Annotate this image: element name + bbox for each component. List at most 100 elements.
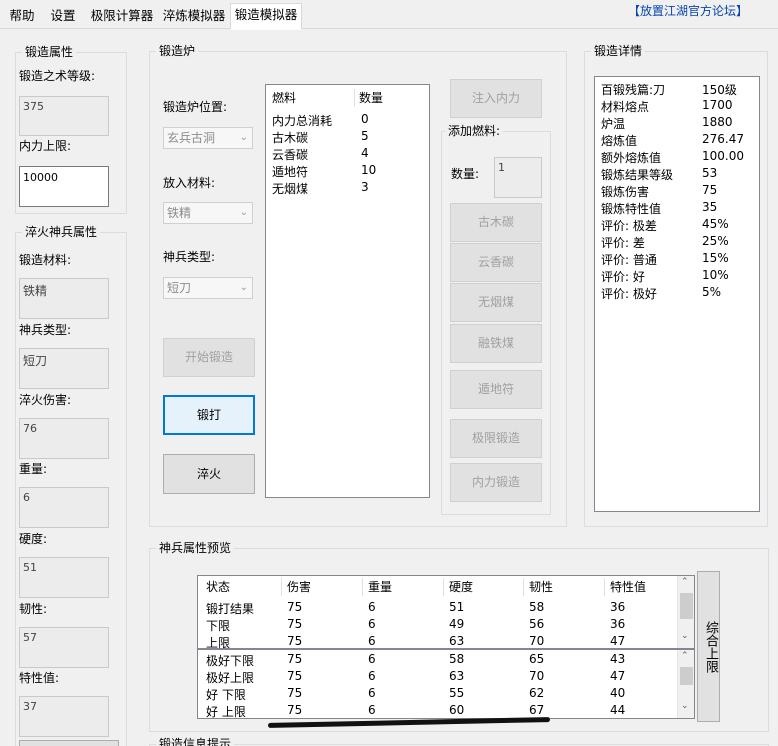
toughness-label: 韧性: [19,602,48,616]
material-select[interactable]: 铁精 ⌄ [163,202,253,224]
preview-table-bottom[interactable]: 极好下限 75 6 58 65 43 极好上限 75 6 63 70 47 好 … [197,649,695,719]
preview-cell: 75 [287,634,303,648]
hardness-label: 硬度: [19,532,48,546]
tab-temper-simulator[interactable]: 淬炼模拟器 [160,4,228,28]
preview-cell: 锻打结果 [206,602,255,616]
scroll-thumb[interactable] [680,593,693,619]
scroll-thumb[interactable] [680,667,693,685]
preview-cell: 6 [368,686,376,700]
preview-cell: 65 [529,652,545,666]
preview-cell: 51 [449,600,465,614]
weight-field: 6 [19,487,109,528]
preview-cell: 6 [368,600,376,614]
preview-cell: 60 [449,703,465,717]
col-header-hardness: 硬度 [449,580,474,594]
preview-cell: 6 [368,617,376,631]
preview-cell: 75 [287,652,303,666]
fuel-qty-field[interactable]: 1 [494,157,542,198]
col-header-status: 状态 [206,580,231,594]
add-fuel-title: 添加燃料: [445,123,504,139]
preview-cell: 56 [529,617,545,631]
preview-cell: 70 [529,669,545,683]
trait-field: 37 [19,696,109,737]
preview-cell: 6 [368,652,376,666]
detail-label: 百锻残篇:刀 [601,83,666,97]
preview-cell: 75 [287,600,303,614]
fuel-button-rongtiemei[interactable]: 融铁煤 [450,324,542,363]
temper-attr-title: 淬火神兵属性 [22,224,101,240]
tab-limit-calculator[interactable]: 极限计算器 [86,4,158,28]
header-divider [523,578,524,596]
start-forge-button[interactable]: 开始锻造 [163,338,255,377]
preview-cell: 极好上限 [206,671,255,685]
preview-table-top[interactable]: 状态 伤害 重量 硬度 韧性 特性值 锻打结果 75 6 51 58 36 下限… [197,575,695,650]
furnace-location-label: 锻造炉位置: [163,100,228,114]
forum-link[interactable]: 【放置江湖官方论坛】 [628,2,748,19]
fuel-header-qty: 数量 [359,91,384,105]
detail-value: 150级 [702,83,737,97]
forge-button[interactable]: 锻打 [163,395,255,435]
tab-forge-simulator[interactable]: 锻造模拟器 [230,3,302,30]
detail-value: 15% [702,251,729,265]
preview-cell: 极好下限 [206,654,255,668]
preview-cell: 58 [529,600,545,614]
preview-cell: 下限 [206,619,231,633]
hint-title: 锻造信息提示 [156,736,235,746]
inject-neili-button[interactable]: 注入内力 [450,79,542,118]
detail-value: 1880 [702,115,733,129]
neili-forge-button[interactable]: 内力锻造 [450,463,542,502]
temper-damage-label: 淬火伤害: [19,393,72,407]
forge-level-label: 锻造之术等级: [19,69,96,83]
preview-cell: 67 [529,703,545,717]
preview-cell: 75 [287,617,303,631]
detail-label: 炉温 [601,117,626,131]
preview-cell: 36 [610,600,626,614]
scroll-down-icon[interactable]: ⌄ [681,631,689,641]
detail-label: 材料熔点 [601,100,650,114]
fuel-button-yunxiangtan[interactable]: 云香碳 [450,243,542,282]
furnace-location-select[interactable]: 玄兵古洞 ⌄ [163,127,253,149]
forge-material-label: 锻造材料: [19,253,72,267]
weapon-type-label: 神兵类型: [19,323,72,337]
col-header-trait: 特性值 [610,580,647,594]
furnace-title: 锻造炉 [156,43,199,59]
preview-cell: 70 [529,634,545,648]
fuel-button-dundifu[interactable]: 遁地符 [450,370,542,409]
temper-button[interactable]: 淬火 [163,454,255,494]
preview-top-scrollbar[interactable]: ⌃ ⌄ [677,576,694,648]
preview-cell: 好 下限 [206,688,246,702]
tab-help[interactable]: 帮助 [2,4,42,28]
detail-label: 评价: 极好 [601,287,657,301]
preview-bottom-scrollbar[interactable]: ⌃ ⌄ [677,650,694,718]
preview-cell: 75 [287,686,303,700]
limit-forge-button[interactable]: 极限锻造 [450,419,542,458]
header-divider [604,578,605,596]
scroll-up-icon[interactable]: ⌃ [681,577,689,587]
scroll-down-icon[interactable]: ⌄ [681,701,689,711]
preview-cell: 6 [368,703,376,717]
fuel-button-gumutan[interactable]: 古木碳 [450,203,542,242]
detail-label: 锻炼特性值 [601,202,662,216]
detail-value: 53 [702,166,718,180]
fuel-header-divider [354,89,355,107]
neili-limit-input[interactable]: 10000 [19,166,109,207]
preview-cell: 43 [610,652,626,666]
weapon-type-field: 短刀 [19,348,109,389]
preview-cell: 47 [610,634,626,648]
detail-value: 25% [702,234,729,248]
weapon-select-label: 神兵类型: [163,250,216,264]
weapon-select[interactable]: 短刀 ⌄ [163,277,253,299]
col-header-toughness: 韧性 [529,580,554,594]
scroll-up-icon[interactable]: ⌃ [681,651,689,661]
fuel-row-qty: 10 [361,163,377,177]
fuel-row-qty: 4 [361,146,369,160]
tab-settings[interactable]: 设置 [44,4,82,28]
material-input-label: 放入材料: [163,176,216,190]
detail-value: 5% [702,285,722,299]
preview-cell: 36 [610,617,626,631]
combined-limit-button[interactable]: 综合上限 [697,571,720,722]
fuel-button-wuyanmei[interactable]: 无烟煤 [450,283,542,322]
left-bottom-button[interactable] [19,740,119,746]
temper-damage-field: 76 [19,418,109,459]
fuel-list[interactable]: 燃料 数量 内力总消耗 0 古木碳 5 云香碳 4 遁地符 10 无烟煤 3 [265,84,430,498]
